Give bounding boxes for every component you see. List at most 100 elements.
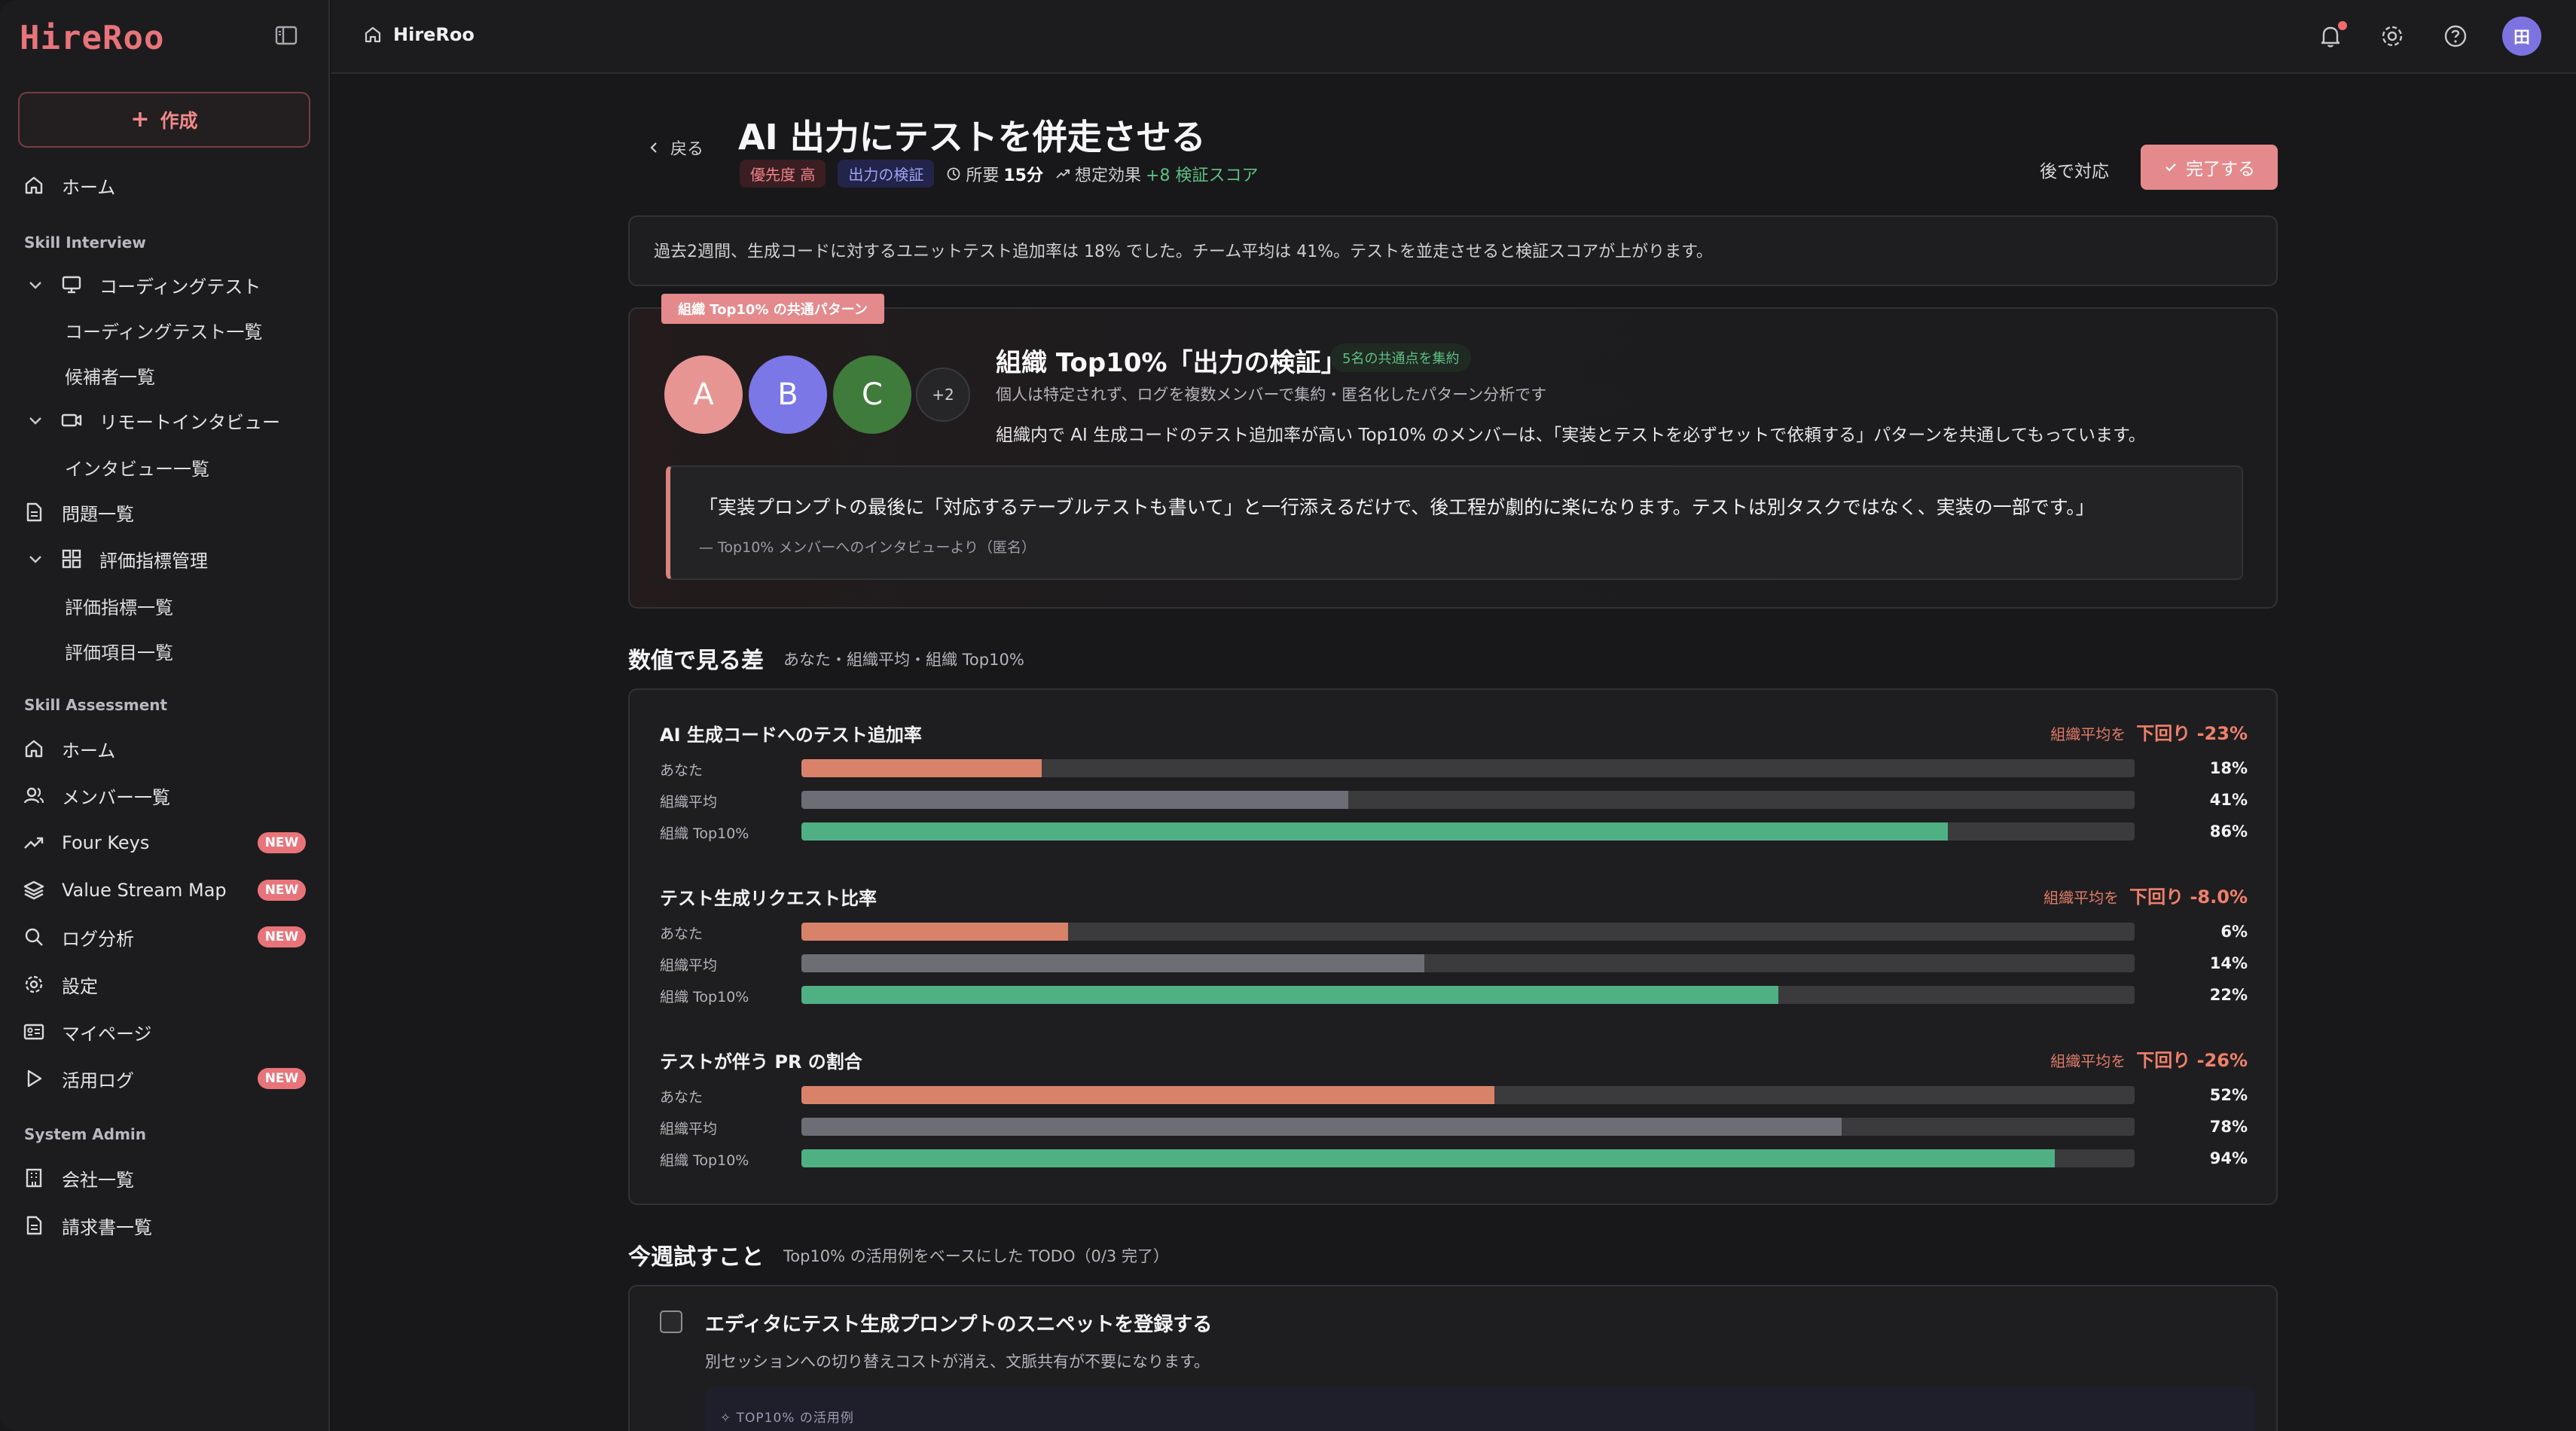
notification-dot — [2338, 21, 2347, 30]
new-badge: NEW — [258, 926, 306, 947]
gear-icon[interactable] — [2377, 21, 2407, 51]
building-icon — [26, 1168, 42, 1188]
bar-track — [801, 1149, 2135, 1167]
complete-button[interactable]: 完了する — [2141, 145, 2278, 190]
trending-up-icon — [1056, 169, 1070, 178]
create-label: 作成 — [160, 110, 198, 132]
video-icon — [61, 413, 82, 427]
sidebar-item-interview-list[interactable]: インタビュー一覧 — [65, 450, 209, 484]
row-label: あなた — [660, 926, 704, 942]
sidebar-item-value-stream[interactable]: Value Stream Map — [23, 872, 227, 908]
row-value: 41% — [2209, 791, 2248, 809]
info-banner: 過去2週間、生成コードに対するユニットテスト追加率は 18% でした。チーム平均… — [628, 215, 2278, 286]
row-label: 組織平均 — [660, 957, 718, 974]
bar-average — [801, 1118, 1842, 1136]
chevron-left-icon — [650, 142, 657, 153]
row-label: 組織 Top10% — [660, 989, 749, 1005]
sidebar-item-candidates[interactable]: 候補者一覧 — [65, 359, 155, 392]
avatar: A — [664, 355, 743, 434]
bar-you — [801, 1086, 1495, 1104]
back-button[interactable]: 戻る — [646, 136, 704, 160]
sidebar-item-remote-interview[interactable]: リモートインタビュー — [27, 402, 280, 438]
todo-example-box: ✧ TOP10% の活用例 — [705, 1387, 2255, 1431]
sidebar-item-eval-mgmt[interactable]: 評価指標管理 — [27, 541, 208, 577]
pattern-chip: 5名の共通点を集約 — [1330, 343, 1472, 372]
pattern-label: 組織 Top10% の共通パターン — [661, 294, 884, 324]
expected-effect: 想定効果 +8 検証スコア — [1055, 162, 1258, 186]
avatar: B — [749, 355, 827, 434]
help-icon[interactable] — [2440, 21, 2471, 51]
sidebar-item-home[interactable]: ホーム — [23, 167, 115, 203]
logo[interactable]: HireRoo — [20, 15, 164, 60]
home-icon — [25, 740, 43, 758]
todo-example-label: ✧ TOP10% の活用例 — [720, 1411, 854, 1426]
later-button[interactable]: 後で対応 — [2040, 157, 2109, 182]
sidebar-item-home-assessment[interactable]: ホーム — [23, 731, 115, 767]
sidebar-item-four-keys[interactable]: Four Keys — [23, 825, 149, 861]
row-label: 組織平均 — [660, 794, 718, 810]
metric-name: テスト生成リクエスト比率 — [660, 888, 877, 909]
bar-track — [801, 1118, 2135, 1136]
todo-section-subtitle: Top10% の活用例をベースにした TODO（0/3 完了） — [783, 1247, 1169, 1265]
document-icon — [26, 502, 42, 522]
metric-comparison: 組織平均を 下回り -8.0% — [2043, 886, 2248, 908]
bar-track — [801, 954, 2135, 972]
sidebar-item-invoices[interactable]: 請求書一覧 — [23, 1207, 152, 1243]
clock-icon — [947, 167, 960, 180]
quote-block: 「実装プロンプトの最後に「対応するテーブルテストも書いて」と一行添えるだけで、後… — [666, 465, 2243, 580]
sidebar-item-members[interactable]: メンバー一覧 — [23, 777, 170, 813]
todo-title: エディタにテスト生成プロンプトのスニペットを登録する — [705, 1314, 1213, 1336]
chevron-down-icon — [29, 417, 41, 425]
page-title: AI 出力にテストを併走させる — [738, 117, 1206, 157]
quote-text: 「実装プロンプトの最後に「対応するテーブルテストも書いて」と一行添えるだけで、後… — [699, 496, 2095, 518]
sidebar-item-log-analysis[interactable]: ログ分析 — [23, 919, 134, 955]
breadcrumb[interactable]: HireRoo — [363, 24, 475, 45]
metric-comparison: 組織平均を 下回り -23% — [2050, 723, 2248, 744]
check-icon — [2165, 163, 2176, 172]
row-value: 94% — [2209, 1149, 2248, 1167]
sidebar-item-companies[interactable]: 会社一覧 — [23, 1160, 134, 1196]
sidebar-item-coding-test-list[interactable]: コーディングテスト一覧 — [65, 313, 262, 346]
category-tag: 出力の検証 — [838, 160, 935, 188]
document-icon — [26, 1216, 42, 1235]
bar-top10 — [801, 986, 1779, 1004]
search-icon — [25, 928, 43, 946]
sparkle-icon: ✧ — [720, 1411, 737, 1426]
avatar: C — [833, 355, 911, 434]
bar-track — [801, 791, 2135, 809]
sidebar-item-eval-list[interactable]: 評価指標一覧 — [65, 589, 173, 622]
bar-track — [801, 822, 2135, 841]
logo-text: HireRoo — [20, 18, 165, 57]
bar-top10 — [801, 822, 1949, 841]
grid-icon — [62, 549, 81, 569]
todo-section-title: 今週試すこと — [628, 1244, 764, 1271]
metrics-card: AI 生成コードへのテスト追加率 組織平均を 下回り -23% あなた 18% 組… — [628, 688, 2278, 1205]
create-button[interactable]: + 作成 — [18, 92, 310, 148]
metric-comparison: 組織平均を 下回り -26% — [2050, 1050, 2248, 1071]
row-label: 組織 Top10% — [660, 1152, 749, 1169]
row-label: 組織 Top10% — [660, 825, 749, 842]
bar-you — [801, 923, 1068, 941]
new-badge: NEW — [258, 1068, 306, 1089]
todo-checkbox[interactable] — [660, 1310, 682, 1333]
section-system-admin: System Admin — [24, 1125, 147, 1143]
sidebar-collapse-icon[interactable] — [274, 24, 298, 47]
metric-name: AI 生成コードへのテスト追加率 — [660, 725, 922, 746]
row-label: 組織平均 — [660, 1121, 718, 1137]
new-badge: NEW — [258, 832, 306, 853]
sidebar-item-eval-items[interactable]: 評価項目一覧 — [65, 634, 173, 667]
sidebar: HireRoo + 作成 ホーム Skill Interview コーディングテ… — [0, 0, 330, 1431]
avatar-more: +2 — [916, 368, 970, 422]
sidebar-item-settings[interactable]: 設定 — [23, 966, 98, 1002]
metrics-section-title: 数値で見る差 — [628, 648, 764, 674]
home-icon — [25, 176, 43, 194]
sidebar-item-mypage[interactable]: マイページ — [23, 1014, 152, 1050]
gear-icon — [25, 975, 43, 993]
sidebar-item-problems[interactable]: 問題一覧 — [23, 494, 134, 530]
bar-track — [801, 759, 2135, 777]
user-avatar[interactable]: 田 — [2502, 17, 2541, 56]
row-value: 52% — [2209, 1086, 2248, 1104]
sidebar-item-usage-log[interactable]: 活用ログ — [23, 1060, 134, 1097]
sidebar-item-coding-test[interactable]: コーディングテスト — [27, 267, 261, 303]
users-icon — [23, 787, 44, 804]
